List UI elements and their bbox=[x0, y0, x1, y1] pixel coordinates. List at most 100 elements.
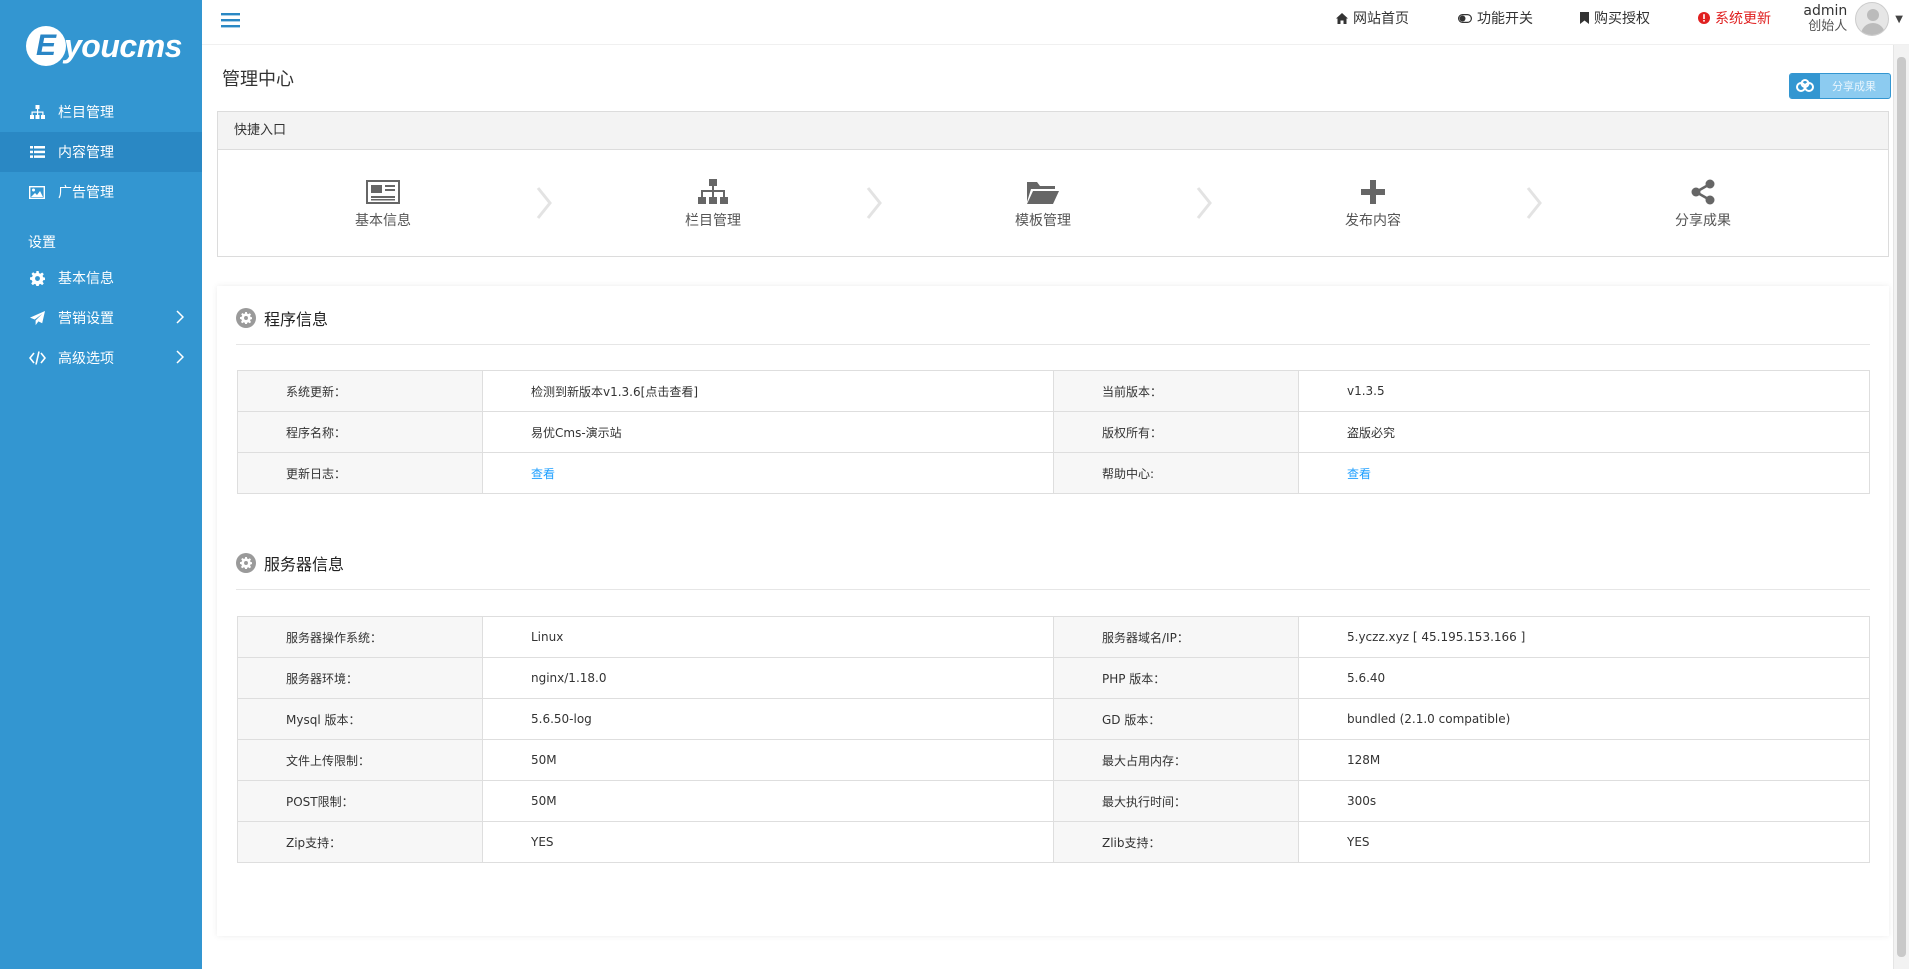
table-cell: 文件上传限制： bbox=[237, 739, 483, 781]
gear-icon bbox=[28, 269, 46, 287]
section-title: 程序信息 bbox=[264, 310, 329, 329]
user-name: admin bbox=[1803, 3, 1848, 19]
table-row: 服务器操作系统： Linux 服务器域名/IP： 5.yczz.xyz [ 45… bbox=[237, 616, 1870, 658]
table-cell: 50M bbox=[482, 780, 1054, 822]
image-icon bbox=[28, 183, 46, 201]
folder-open-icon bbox=[983, 176, 1103, 208]
newspaper-icon bbox=[323, 176, 443, 208]
changelog-link[interactable]: 查看 bbox=[531, 467, 555, 481]
sidebar-item-label: 广告管理 bbox=[58, 185, 114, 201]
top-link-label: 功能开关 bbox=[1477, 11, 1533, 27]
table-cell: 5.yczz.xyz [ 45.195.153.166 ] bbox=[1298, 616, 1870, 658]
table-cell: 当前版本： bbox=[1053, 370, 1299, 412]
server-info-title: 服务器信息 bbox=[236, 551, 344, 575]
main-content: 管理中心 分享成果 快捷入口 基本信息 栏目管理 模板管理 发布内容 分享成果 … bbox=[202, 45, 1893, 969]
share-cloud-icon bbox=[1790, 74, 1820, 98]
table-row: 程序名称： 易优Cms-演示站 版权所有： 盗版必究 bbox=[237, 411, 1870, 453]
sidebar-item-basic-info[interactable]: 基本信息 bbox=[0, 258, 202, 298]
table-cell: 128M bbox=[1298, 739, 1870, 781]
quick-entry-templates[interactable]: 模板管理 bbox=[983, 176, 1103, 230]
sidebar-item-marketing[interactable]: 营销设置 bbox=[0, 298, 202, 338]
table-cell: 更新日志： bbox=[237, 452, 483, 494]
table-cell: 服务器操作系统： bbox=[237, 616, 483, 658]
bookmark-icon bbox=[1580, 12, 1589, 24]
logo[interactable]: E youcms bbox=[0, 0, 202, 92]
quick-entry-columns[interactable]: 栏目管理 bbox=[653, 176, 773, 230]
program-info-table: 系统更新： 检测到新版本v1.3.6[点击查看] 当前版本： v1.3.5 程序… bbox=[237, 370, 1870, 494]
gear-icon bbox=[236, 308, 256, 328]
table-cell: 系统更新： bbox=[237, 370, 483, 412]
top-link-feature-toggle[interactable]: 功能开关 bbox=[1458, 8, 1533, 28]
plus-icon bbox=[1313, 176, 1433, 208]
table-cell: Zlib支持： bbox=[1053, 821, 1299, 863]
sidebar-item-columns[interactable]: 栏目管理 bbox=[0, 92, 202, 132]
quick-entry-publish[interactable]: 发布内容 bbox=[1313, 176, 1433, 230]
table-cell: 易优Cms-演示站 bbox=[482, 411, 1054, 453]
share-button[interactable]: 分享成果 bbox=[1789, 73, 1891, 99]
sidebar-item-label: 营销设置 bbox=[58, 311, 114, 327]
avatar[interactable] bbox=[1855, 2, 1890, 36]
user-menu[interactable]: admin 创始人 ▼ bbox=[1803, 2, 1903, 36]
sidebar-item-label: 基本信息 bbox=[58, 271, 114, 287]
top-bar: 网站首页 功能开关 购买授权 系统更新 admin 创始人 ▼ bbox=[202, 0, 1909, 45]
info-circle-icon bbox=[1698, 12, 1710, 24]
table-cell: 50M bbox=[482, 739, 1054, 781]
quick-entry-share[interactable]: 分享成果 bbox=[1643, 176, 1763, 230]
share-icon bbox=[1643, 176, 1763, 208]
table-cell: 最大占用内存： bbox=[1053, 739, 1299, 781]
divider bbox=[236, 589, 1870, 590]
top-link-label: 购买授权 bbox=[1594, 11, 1650, 27]
chevron-right-icon bbox=[176, 310, 185, 328]
table-row: 更新日志： 查看 帮助中心: 查看 bbox=[237, 452, 1870, 494]
vertical-scrollbar[interactable] bbox=[1893, 45, 1909, 969]
table-cell: POST限制： bbox=[237, 780, 483, 822]
quick-entry-label: 栏目管理 bbox=[685, 213, 741, 229]
sidebar-item-content[interactable]: 内容管理 bbox=[0, 132, 202, 172]
program-info-title: 程序信息 bbox=[236, 306, 328, 330]
table-cell: 帮助中心: bbox=[1053, 452, 1299, 494]
page-title: 管理中心 bbox=[222, 69, 294, 90]
sidebar-item-advanced[interactable]: 高级选项 bbox=[0, 338, 202, 378]
table-cell: YES bbox=[482, 821, 1054, 863]
help-center-link[interactable]: 查看 bbox=[1347, 467, 1371, 481]
table-cell: 服务器域名/IP： bbox=[1053, 616, 1299, 658]
table-cell: 5.6.50-log bbox=[482, 698, 1054, 740]
table-cell: nginx/1.18.0 bbox=[482, 657, 1054, 699]
table-cell: 查看 bbox=[1298, 452, 1870, 494]
chevron-right-icon bbox=[1526, 186, 1542, 224]
table-row: 系统更新： 检测到新版本v1.3.6[点击查看] 当前版本： v1.3.5 bbox=[237, 370, 1870, 412]
chevron-right-icon bbox=[536, 186, 552, 224]
quick-entry-label: 发布内容 bbox=[1345, 213, 1401, 229]
sidebar-item-ads[interactable]: 广告管理 bbox=[0, 172, 202, 212]
sidebar-item-label: 高级选项 bbox=[58, 351, 114, 367]
sidebar-item-label: 栏目管理 bbox=[58, 105, 114, 121]
menu-toggle-icon[interactable] bbox=[220, 10, 242, 32]
info-card: 程序信息 系统更新： 检测到新版本v1.3.6[点击查看] 当前版本： v1.3… bbox=[217, 286, 1889, 936]
table-cell: 程序名称： bbox=[237, 411, 483, 453]
chevron-right-icon bbox=[866, 186, 882, 224]
update-notice-link[interactable]: 检测到新版本v1.3.6[点击查看] bbox=[482, 370, 1054, 412]
quick-entry-panel: 快捷入口 基本信息 栏目管理 模板管理 发布内容 分享成果 bbox=[217, 111, 1889, 257]
top-link-home[interactable]: 网站首页 bbox=[1336, 8, 1409, 28]
top-link-buy-license[interactable]: 购买授权 bbox=[1580, 8, 1650, 28]
scrollbar-thumb[interactable] bbox=[1897, 57, 1906, 957]
sitemap-icon bbox=[28, 103, 46, 121]
quick-entry-basic-info[interactable]: 基本信息 bbox=[323, 176, 443, 230]
quick-entry-label: 模板管理 bbox=[1015, 213, 1071, 229]
sidebar-item-label: 内容管理 bbox=[58, 145, 114, 161]
chevron-right-icon bbox=[176, 350, 185, 368]
table-cell: 5.6.40 bbox=[1298, 657, 1870, 699]
table-cell: Mysql 版本： bbox=[237, 698, 483, 740]
table-row: POST限制： 50M 最大执行时间： 300s bbox=[237, 780, 1870, 822]
table-cell: v1.3.5 bbox=[1298, 370, 1870, 412]
app-root: E youcms 栏目管理 内容管理 广告管理 设置 基本信息 营销设置 高级选… bbox=[0, 0, 1909, 969]
table-cell: 查看 bbox=[482, 452, 1054, 494]
table-row: 文件上传限制： 50M 最大占用内存： 128M bbox=[237, 739, 1870, 781]
table-cell: 最大执行时间： bbox=[1053, 780, 1299, 822]
server-info-table: 服务器操作系统： Linux 服务器域名/IP： 5.yczz.xyz [ 45… bbox=[237, 616, 1870, 863]
top-link-label: 系统更新 bbox=[1715, 11, 1771, 27]
top-link-system-update[interactable]: 系统更新 bbox=[1698, 8, 1771, 28]
top-link-label: 网站首页 bbox=[1353, 11, 1409, 27]
user-role: 创始人 bbox=[1808, 19, 1848, 34]
caret-down-icon[interactable]: ▼ bbox=[1895, 14, 1903, 25]
